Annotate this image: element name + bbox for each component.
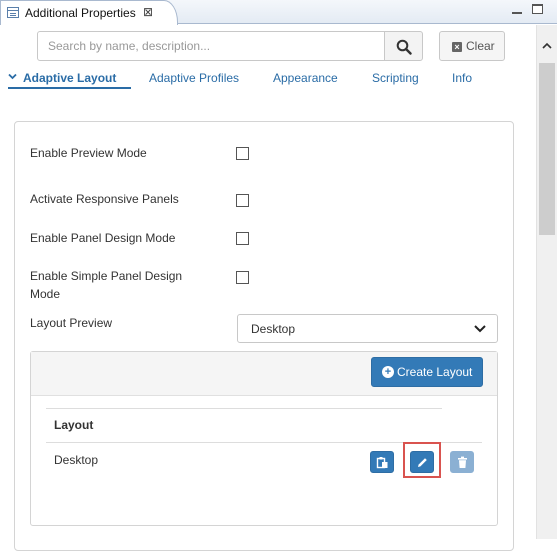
layout-preview-label: Layout Preview <box>30 316 113 330</box>
create-layout-label: Create Layout <box>397 365 473 379</box>
tab-scripting[interactable]: Scripting <box>372 71 419 85</box>
delete-layout-button[interactable] <box>450 451 474 473</box>
active-tab-indicator <box>8 87 131 89</box>
enable-simple-panel-design-mode-checkbox[interactable] <box>236 271 249 284</box>
layout-preview-select[interactable]: Desktop <box>237 314 498 343</box>
clipboard-icon <box>376 457 388 469</box>
activate-responsive-panels-label: Activate Responsive Panels <box>30 192 179 206</box>
tab-appearance[interactable]: Appearance <box>273 71 338 85</box>
close-view-icon[interactable]: ⊠ <box>143 5 153 19</box>
enable-preview-mode-checkbox[interactable] <box>236 147 249 160</box>
chevron-down-icon <box>8 70 17 84</box>
create-layout-button[interactable]: + Create Layout <box>371 357 483 387</box>
search-button[interactable] <box>384 31 423 61</box>
tab-info[interactable]: Info <box>452 71 472 85</box>
vertical-scrollbar[interactable] <box>536 25 557 539</box>
enable-preview-mode-label: Enable Preview Mode <box>30 146 147 160</box>
enable-panel-design-mode-label: Enable Panel Design Mode <box>30 231 176 245</box>
tab-adaptive-profiles[interactable]: Adaptive Profiles <box>149 71 239 85</box>
properties-view-icon <box>7 7 19 18</box>
layout-preview-value: Desktop <box>251 322 296 336</box>
table-divider <box>46 408 442 409</box>
scrollbar-thumb[interactable] <box>539 63 555 235</box>
layout-column-header: Layout <box>54 418 94 432</box>
activate-responsive-panels-checkbox[interactable] <box>236 194 249 207</box>
tab-adaptive-layout[interactable]: Adaptive Layout <box>23 71 116 85</box>
maximize-icon[interactable] <box>532 4 543 14</box>
view-title: Additional Properties <box>25 6 136 20</box>
enable-panel-design-mode-checkbox[interactable] <box>236 232 249 245</box>
chevron-down-icon <box>474 325 486 333</box>
edit-button-highlight <box>403 442 441 478</box>
clear-button[interactable]: × Clear <box>439 31 505 61</box>
view-tab-bar: Additional Properties ⊠ <box>0 0 557 25</box>
clear-icon: × <box>452 42 462 52</box>
minimize-icon[interactable] <box>512 5 522 14</box>
search-input[interactable] <box>37 31 385 61</box>
scroll-up-icon[interactable] <box>542 41 552 52</box>
clear-label: Clear <box>466 39 495 53</box>
enable-simple-panel-design-mode-label: Enable Simple Panel Design Mode <box>30 269 183 301</box>
search-icon <box>396 39 412 55</box>
copy-layout-button[interactable] <box>370 451 394 473</box>
plus-circle-icon: + <box>382 366 394 378</box>
layout-name-cell: Desktop <box>54 453 99 467</box>
trash-icon <box>458 456 467 468</box>
view-tab-additional-properties[interactable]: Additional Properties ⊠ <box>0 0 178 25</box>
